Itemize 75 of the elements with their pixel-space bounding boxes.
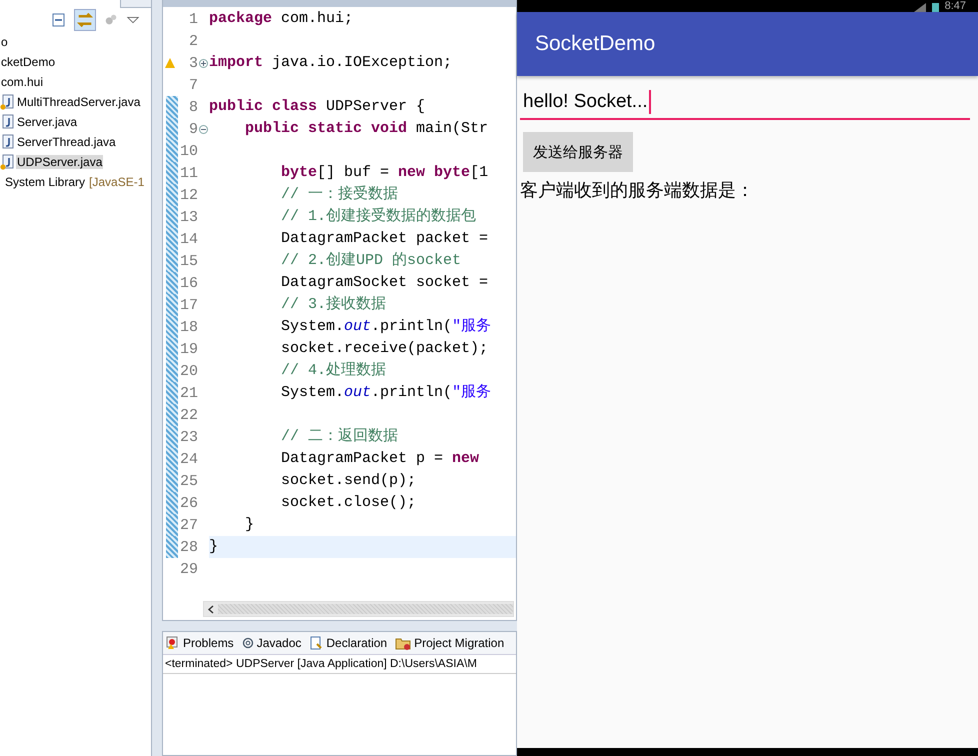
tree-item[interactable]: Server.java [16, 115, 78, 129]
line-number: 3 [188, 54, 198, 72]
line-number: 18 [178, 318, 198, 336]
line-number: 27 [178, 516, 198, 534]
tree-item[interactable]: o [0, 35, 9, 49]
line-number: 22 [178, 406, 198, 424]
code-line: // 2.创建UPD 的socket [280, 250, 462, 271]
line-number: 26 [178, 494, 198, 512]
folder-icon [395, 636, 412, 650]
line-number: 10 [178, 142, 198, 160]
tree-item[interactable]: ServerThread.java [16, 135, 117, 149]
code-line: // 3.接收数据 [280, 294, 388, 315]
app-title: SocketDemo [535, 32, 656, 56]
battery-icon [932, 3, 939, 12]
code-line: System.out.println("服务 [280, 383, 492, 403]
horizontal-scrollbar[interactable] [203, 601, 514, 617]
console-status: <terminated> UDPServer [Java Application] D:\Users\ASIA\M [163, 655, 516, 674]
line-number: 23 [178, 428, 198, 446]
line-number: 20 [178, 362, 198, 380]
expand-icon[interactable] [199, 58, 208, 68]
line-number: 14 [178, 230, 198, 248]
line-number: 13 [178, 208, 198, 226]
code-line: package com.hui; [209, 9, 354, 29]
tree-item[interactable]: System Library [4, 175, 86, 189]
line-number: 7 [188, 76, 198, 94]
library-version: [JavaSE-1 [89, 175, 144, 189]
line-number: 8 [188, 98, 198, 116]
line-number: 28 [178, 538, 198, 556]
message-input[interactable]: hello! Socket... [520, 86, 970, 120]
code-line: import java.io.IOException; [209, 53, 454, 73]
collapse-all-icon[interactable] [50, 12, 66, 28]
line-number: 11 [178, 164, 198, 182]
code-line: DatagramPacket p = new [280, 449, 480, 469]
tree-item[interactable]: UDPServer.java [16, 155, 104, 169]
line-number: 15 [178, 252, 198, 270]
at-sign-icon [242, 637, 254, 649]
tree-item[interactable]: cketDemo [0, 55, 56, 69]
result-label: 客户端收到的服务端数据是： [520, 179, 755, 202]
code-line: socket.close(); [280, 493, 418, 513]
code-line: // 4.处理数据 [280, 360, 388, 381]
tree-item[interactable]: MultiThreadServer.java [16, 95, 142, 109]
panel-tab[interactable]: Problems [166, 636, 234, 650]
code-line: socket.send(p); [280, 471, 418, 491]
line-number: 25 [178, 472, 198, 490]
code-line: public static void main(Str [244, 119, 490, 139]
clock-time: 8:47 [944, 1, 966, 12]
code-line: public class UDPServer { [209, 97, 426, 117]
line-number: 19 [178, 340, 198, 358]
line-number: 1 [188, 10, 198, 28]
code-line: DatagramSocket socket = [280, 273, 490, 293]
panel-tab[interactable]: Project Migration [395, 636, 504, 650]
code-line: } [244, 515, 256, 535]
panel-tab[interactable]: Declaration [309, 636, 388, 650]
code-line: byte[] buf = new byte[1 [280, 163, 490, 183]
panel-tab[interactable]: Javadoc [242, 636, 302, 650]
code-line: // 二：返回数据 [280, 426, 400, 447]
line-number: 24 [178, 450, 198, 468]
code-line: System.out.println("服务 [280, 317, 492, 337]
line-number: 2 [188, 32, 198, 50]
code-line: socket.receive(packet); [280, 339, 490, 359]
scroll-left-icon[interactable] [207, 604, 215, 614]
document-icon [309, 636, 324, 650]
line-number: 21 [178, 384, 198, 402]
line-number: 17 [178, 296, 198, 314]
line-number: 16 [178, 274, 198, 292]
problems-icon [166, 636, 180, 650]
code-line: DatagramPacket packet = [280, 229, 490, 249]
code-line: // 一：接受数据 [280, 184, 400, 205]
collapse-icon[interactable] [199, 124, 208, 134]
line-number: 9 [188, 120, 198, 138]
send-button[interactable]: 发送给服务器 [523, 132, 633, 172]
line-number: 12 [178, 186, 198, 204]
line-number: 29 [178, 560, 198, 578]
code-line: // 1.创建接受数据的数据包 [280, 206, 478, 227]
tree-item[interactable]: com.hui [0, 75, 44, 89]
